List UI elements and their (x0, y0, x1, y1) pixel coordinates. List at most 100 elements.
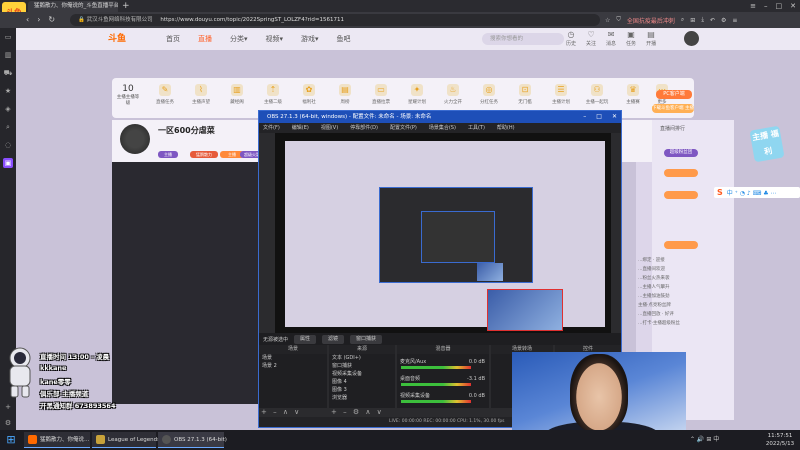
close-icon[interactable]: ✕ (790, 0, 796, 12)
sidebar-star-icon[interactable]: ★ (3, 86, 13, 96)
sidebar-app-icon[interactable]: ▣ (3, 158, 13, 168)
sidebar-chat-icon[interactable]: ◌ (3, 140, 13, 150)
extensions-icon[interactable]: ⊞ (690, 17, 695, 24)
toolbar-item[interactable]: ✦ 星耀计划 (400, 84, 434, 105)
menu-icon[interactable]: ≡ (750, 0, 756, 12)
pc-client-button[interactable]: PC客户端 (656, 90, 692, 99)
menu-edit[interactable]: 编辑(E) (292, 123, 309, 133)
douyu-logo[interactable]: 斗鱼 (108, 32, 148, 46)
settings-icon[interactable]: ⚙ (721, 17, 726, 24)
taskbar-item-browser[interactable]: 猛鹅散力、你俺说… (24, 432, 90, 448)
back-icon[interactable]: ‹ (26, 13, 29, 27)
streamer-avatar[interactable] (120, 124, 150, 154)
message-button[interactable]: ✉ 消息 (606, 30, 616, 50)
close-icon[interactable]: ✕ (612, 111, 617, 123)
nav-video[interactable]: 视频▾ (266, 28, 284, 50)
menu-profile[interactable]: 配置文件(P) (390, 123, 417, 133)
minimize-icon[interactable]: – (583, 111, 586, 123)
download-icon[interactable]: ⤓ (701, 16, 704, 24)
obs-selected-webcam-source[interactable] (487, 289, 563, 331)
volume-meter[interactable] (401, 383, 471, 386)
room-tag[interactable]: 主播 (158, 151, 178, 158)
toolbar-item[interactable]: ▤ 周榜 (328, 84, 362, 105)
source-item[interactable]: 窗口捕获 (332, 362, 395, 370)
sidebar-news-icon[interactable]: ▥ (3, 50, 13, 60)
scene-item[interactable]: 场景 2 (262, 362, 327, 370)
volume-meter[interactable] (401, 366, 471, 369)
sidebar-search-icon[interactable]: ⌕ (3, 122, 13, 132)
menu-help[interactable]: 帮助(H) (497, 123, 515, 133)
nav-games[interactable]: 游戏▾ (301, 28, 319, 50)
toolbar-item[interactable]: ◎ 分红任务 (472, 84, 506, 105)
reload-icon[interactable]: ↻ (48, 13, 55, 27)
volume-meter[interactable] (401, 400, 471, 403)
scene-item[interactable]: 场景 (262, 354, 327, 362)
source-item[interactable]: 浏览器 (332, 394, 395, 402)
system-tray[interactable]: ⌃ 🔊 ⊞ 中 (690, 432, 719, 448)
properties-button[interactable]: 属性 (294, 334, 317, 344)
star-icon[interactable]: ☆ (605, 17, 610, 24)
undo-icon[interactable]: ↶ (710, 17, 715, 24)
forward-icon[interactable]: › (37, 13, 40, 27)
sidebar-cart-icon[interactable]: ⛟ (3, 68, 13, 78)
rank-badge[interactable] (664, 169, 698, 177)
url-input[interactable]: 🔒 武汉斗鱼网络科技有限公司 https://www.douyu.com/top… (70, 14, 600, 26)
taskbar-item-lol[interactable]: League of Legends (92, 432, 160, 448)
more-icon[interactable]: ≡ (732, 17, 737, 24)
menu-tools[interactable]: 工具(T) (468, 123, 485, 133)
task-button[interactable]: ▣ 任务 (626, 30, 636, 50)
source-item[interactable]: 图像 3 (332, 386, 395, 394)
menu-docks[interactable]: 停靠部件(D) (350, 123, 378, 133)
sources-controls[interactable]: + – ⚙ ∧ ∨ (329, 408, 395, 417)
sidebar-settings-icon[interactable]: ⚙ (3, 418, 13, 428)
new-tab-button[interactable]: + (122, 0, 132, 12)
toolbar-item[interactable]: ⌇ 主播声望 (184, 84, 218, 105)
menu-file[interactable]: 文件(F) (263, 123, 280, 133)
menu-view[interactable]: 视图(V) (321, 123, 338, 133)
menu-scene-collection[interactable]: 场景集合(S) (429, 123, 456, 133)
toolbar-item[interactable]: ▭ 直播拉票 (364, 84, 398, 105)
taskbar-clock[interactable]: 11:57:51 2022/5/13 (762, 432, 798, 448)
scenes-controls[interactable]: + – ∧ ∨ (259, 408, 327, 417)
history-button[interactable]: ◷ 历史 (566, 30, 576, 50)
search-icon[interactable]: ⌕ (681, 16, 684, 24)
toolbar-item[interactable]: ⊡ 无门槛 (508, 84, 542, 105)
toolbar-item[interactable]: ✿ 福利社 (292, 84, 326, 105)
source-item[interactable]: 文本 (GDI+) (332, 354, 395, 362)
source-item[interactable]: 图像 4 (332, 378, 395, 386)
user-avatar[interactable] (684, 31, 699, 46)
nav-home[interactable]: 首页 (166, 28, 180, 50)
toolbar-item[interactable]: ▥ 藏经阁 (220, 84, 254, 105)
fans-club-button[interactable]: 超级粉丝团 (664, 149, 698, 157)
windows-start-icon[interactable]: ⊞ (4, 433, 18, 447)
filters-button[interactable]: 滤镜 (322, 334, 345, 344)
sidebar-game-icon[interactable]: ◈ (3, 104, 13, 114)
sogou-ime-toolbar[interactable]: S 中 ⁺ ◔ ♪ ⌨ ♣ ⋯ (714, 187, 800, 198)
taskbar-item-obs[interactable]: OBS 27.1.3 (64-bit) (158, 432, 227, 448)
douyu-search-input[interactable]: 搜索你想看的 (482, 33, 564, 45)
maximize-icon[interactable]: □ (596, 111, 602, 123)
toolbar-item[interactable]: ✎ 直播任务 (148, 84, 182, 105)
download-client-button[interactable]: 下载斗鱼客户端 主播 (652, 104, 694, 113)
nav-live[interactable]: 直播 (198, 28, 212, 50)
source-item[interactable]: 视频采集设备 (332, 370, 395, 378)
promo-link[interactable]: 全国抗疫最后冲刺 (627, 16, 675, 25)
toolbar-item[interactable]: ♨ 火力全开 (436, 84, 470, 105)
sidebar-add-icon[interactable]: + (3, 402, 13, 412)
toolbar-item[interactable]: ♛ 主播赛 (616, 84, 650, 105)
sidebar-bookmark-icon[interactable]: ▭ (3, 32, 13, 42)
nav-category[interactable]: 分类▾ (230, 28, 248, 50)
window-capture-button[interactable]: 窗口捕获 (350, 334, 383, 344)
promo-badge[interactable]: 主播 福利 (749, 125, 785, 163)
browser-tab-douyu[interactable]: 猛鹅散力、你俺说的_斗鱼直播平台 (28, 1, 118, 12)
room-tag[interactable]: 猛鹅散力 (190, 151, 218, 158)
minimize-icon[interactable]: – (764, 0, 768, 12)
broadcast-button[interactable]: ▤ 开播 (646, 30, 656, 50)
rank-badge[interactable] (664, 241, 698, 249)
toolbar-item[interactable]: ⇡ 主播二级 (256, 84, 290, 105)
toolbar-item[interactable]: ☰ 主播计划 (544, 84, 578, 105)
live-video-player[interactable] (112, 162, 260, 404)
shield-icon[interactable]: ⛉ (616, 16, 621, 24)
follow-button[interactable]: ♡ 关注 (586, 30, 596, 50)
maximize-icon[interactable]: □ (776, 0, 783, 12)
